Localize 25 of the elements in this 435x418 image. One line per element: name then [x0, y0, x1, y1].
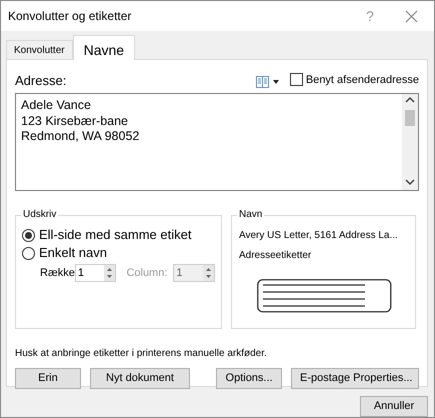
checkbox-label: Benyt afsenderadresse	[306, 72, 419, 88]
cancel-button[interactable]: Annuller	[360, 396, 428, 417]
label-type: Adresseetiketter	[239, 249, 312, 263]
dialog-button[interactable]: E-postage Properties...	[290, 368, 419, 389]
dialog-button[interactable]: Nyt dokument	[90, 368, 190, 389]
address-field[interactable]: Adele Vance 123 Kirsebær-bane Redmond, WA 98052	[15, 93, 419, 191]
checkbox[interactable]	[290, 73, 303, 86]
radio-button[interactable]	[22, 228, 35, 242]
radio-label: Enkelt navn	[39, 244, 107, 262]
address-book-icon[interactable]	[256, 76, 280, 88]
scrollbar[interactable]	[402, 94, 418, 190]
close-icon[interactable]	[405, 10, 418, 22]
address-label: Adresse:	[15, 72, 68, 90]
label-product: Avery US Letter, 5161 Address La...	[239, 229, 399, 243]
spinner-label: Række	[40, 266, 75, 281]
spinner-label: Column:	[126, 266, 168, 281]
note-text: Husk at anbringe etiketter i printerens manuelle arkføder.	[15, 347, 268, 361]
number-spinner[interactable]: 1	[74, 264, 116, 282]
radio-label: Ell-side med samme etiket	[39, 226, 192, 244]
tab[interactable]: Konvolutter	[6, 40, 73, 59]
tab[interactable]: Navne	[72, 35, 136, 60]
dialog-button[interactable]: Options...	[216, 368, 282, 389]
window-title: Konvolutter og etiketter	[8, 8, 132, 25]
radio-button[interactable]	[22, 246, 35, 260]
dialog-button[interactable]: Erin	[15, 368, 81, 389]
